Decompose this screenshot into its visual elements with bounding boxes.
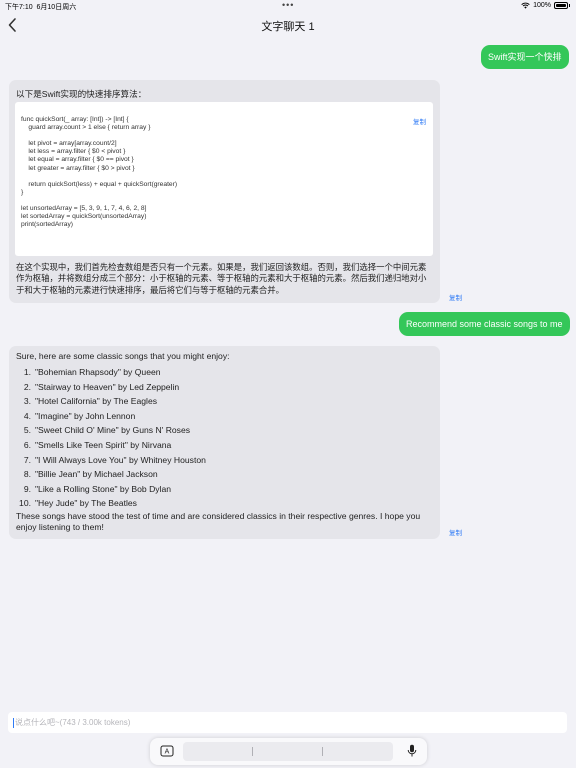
song-list-item: 3. "Hotel California" by The Eagles	[16, 394, 206, 409]
song-list-item: 8. "Billie Jean" by Michael Jackson	[16, 467, 206, 482]
song-title: "Smells Like Teen Spirit" by Nirvana	[35, 439, 172, 450]
input-placeholder: 说点什么吧~(743 / 3.00k tokens)	[15, 718, 131, 727]
song-list-item: 2. "Stairway to Heaven" by Led Zeppelin	[16, 380, 206, 395]
song-title: "Hotel California" by The Eagles	[35, 396, 158, 407]
song-list-item: 9. "Like a Rolling Stone" by Bob Dylan	[16, 482, 206, 497]
song-title: "I Will Always Love You" by Whitney Hous…	[35, 454, 206, 465]
assistant-explanation-text: 在这个实现中，我们首先检查数组是否只有一个元素。如果是，我们返回该数组。否则，我…	[16, 262, 427, 295]
song-title: "Bohemian Rhapsody" by Queen	[35, 367, 161, 377]
svg-text:A: A	[165, 749, 170, 756]
song-title: "Billie Jean" by Michael Jackson	[35, 469, 158, 480]
status-right: 100%	[521, 2, 570, 9]
song-number: 10.	[19, 498, 31, 509]
microphone-icon[interactable]	[407, 744, 417, 758]
battery-percent: 100%	[533, 2, 551, 9]
multitasking-dots-icon[interactable]: •••	[282, 0, 294, 10]
assistant-message-bubble[interactable]: 以下是Swift实现的快速排序算法： func quickSort(_ arra…	[9, 80, 440, 303]
user-message-bubble[interactable]: Recommend some classic songs to me	[399, 312, 570, 336]
assistant-message-bubble[interactable]: Sure, here are some classic songs that y…	[9, 346, 440, 539]
song-title: "Stairway to Heaven" by Led Zeppelin	[35, 381, 180, 392]
message-input[interactable]: 说点什么吧~(743 / 3.00k tokens)	[8, 712, 567, 733]
nav-bar: 文字聊天 1	[0, 12, 576, 38]
song-title: "Like a Rolling Stone" by Bob Dylan	[35, 483, 172, 494]
song-list-item: 1. "Bohemian Rhapsody" by Queen	[16, 365, 206, 380]
input-toolbar: A	[150, 738, 427, 765]
code-block: func quickSort(_ array: [Int]) -> [Int] …	[15, 102, 433, 256]
keyboard-a-icon[interactable]: A	[160, 745, 174, 757]
copy-message-button[interactable]: 复制	[449, 292, 462, 302]
battery-icon	[554, 2, 568, 9]
suggestion-divider	[322, 747, 323, 756]
assistant-outro-text: These songs have stood the test of time …	[16, 511, 421, 532]
wifi-icon	[521, 2, 530, 9]
song-number: 7.	[23, 454, 31, 465]
song-list-item: 5. "Sweet Child O' Mine" by Guns N' Roses	[16, 423, 206, 438]
assistant-intro-text: Sure, here are some classic songs that y…	[16, 351, 230, 361]
song-number: 2.	[23, 381, 31, 392]
song-list-item: 6. "Smells Like Teen Spirit" by Nirvana	[16, 438, 206, 453]
battery-tip	[569, 4, 570, 7]
song-list-item: 7. "I Will Always Love You" by Whitney Ho…	[16, 453, 206, 468]
user-message-bubble[interactable]: Swift实现一个快排	[481, 45, 569, 69]
song-number: 6.	[23, 439, 31, 450]
copy-message-button[interactable]: 复制	[449, 527, 462, 537]
song-title: "Imagine" by John Lennon	[35, 410, 136, 421]
song-title: "Sweet Child O' Mine" by Guns N' Roses	[35, 425, 191, 436]
song-number: 1.	[23, 367, 31, 377]
song-number: 5.	[23, 425, 31, 436]
copy-code-button[interactable]: 复制	[413, 116, 426, 126]
status-bar: 下午7:10 6月10日周六 ••• 100%	[0, 0, 576, 12]
code-text: func quickSort(_ array: [Int]) -> [Int] …	[21, 116, 178, 229]
song-list-item: 4. "Imagine" by John Lennon	[16, 409, 206, 424]
text-cursor	[13, 717, 14, 728]
suggestion-divider	[252, 747, 253, 756]
page-title: 文字聊天 1	[261, 21, 315, 33]
status-time: 下午7:10 6月10日周六	[5, 2, 76, 12]
status-time-text: 下午7:10	[5, 4, 33, 11]
status-date-text: 6月10日周六	[36, 4, 77, 11]
suggestion-bar[interactable]	[183, 742, 393, 761]
assistant-intro-text: 以下是Swift实现的快速排序算法：	[16, 89, 147, 99]
song-title: "Hey Jude" by The Beatles	[35, 498, 137, 509]
song-list: 1. "Bohemian Rhapsody" by Queen 2. "Stairwa…	[16, 365, 206, 511]
song-number: 4.	[23, 410, 31, 421]
song-number: 9.	[23, 483, 31, 494]
song-number: 3.	[23, 396, 31, 407]
song-number: 8.	[23, 469, 31, 480]
song-list-item: 10. "Hey Jude" by The Beatles	[16, 496, 206, 511]
